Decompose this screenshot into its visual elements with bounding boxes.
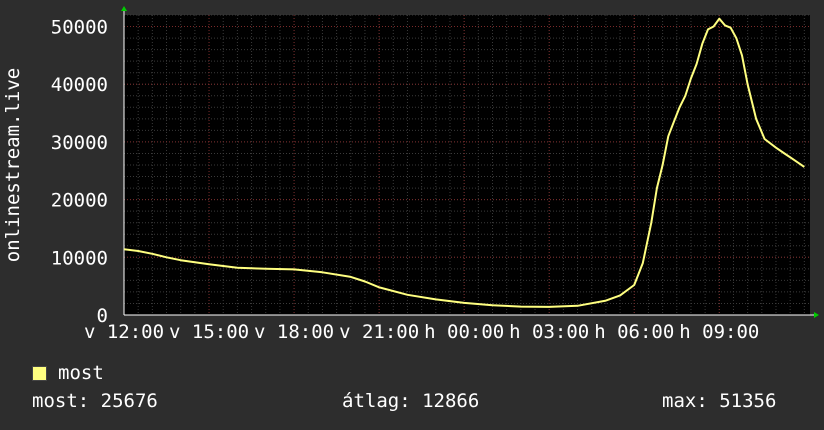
stat-average-label: átlag: xyxy=(342,390,411,412)
y-axis-arrow xyxy=(121,6,127,11)
y-tick-label: 40000 xyxy=(51,74,108,96)
x-tick-label: h 09:00 xyxy=(679,321,759,343)
stat-max-value: 51356 xyxy=(719,390,777,412)
stat-current-value: 25676 xyxy=(100,390,158,412)
y-tick-label: 30000 xyxy=(51,132,108,154)
y-tick-label: 20000 xyxy=(51,190,108,212)
legend-swatch-most xyxy=(32,365,47,381)
chart: 01000020000300004000050000 v 12:00 v 15:0… xyxy=(2,6,819,343)
x-tick-label: h 06:00 xyxy=(594,321,674,343)
legend: most xyxy=(32,362,104,384)
stat-current-label: most: xyxy=(32,390,90,412)
x-tick-label: v 18:00 xyxy=(254,321,334,343)
x-tick-label: h 00:00 xyxy=(424,321,504,343)
x-axis: v 12:00 v 15:00 v 18:00 v 21:00 h 00:00 h 03:… xyxy=(84,321,759,343)
x-tick-label: h 03:00 xyxy=(509,321,589,343)
stat-max: max: 51356 xyxy=(662,390,776,412)
stat-max-label: max: xyxy=(662,390,708,412)
stat-current: most: 25676 xyxy=(32,390,158,412)
y-axis-label: onlinestream.live xyxy=(2,68,24,262)
stat-average: átlag: 12866 xyxy=(342,390,479,412)
y-tick-label: 10000 xyxy=(51,247,108,269)
y-axis: 01000020000300004000050000 xyxy=(51,17,108,327)
x-axis-arrow xyxy=(814,312,819,318)
legend-label-most: most xyxy=(58,362,104,384)
stat-average-value: 12866 xyxy=(422,390,480,412)
x-tick-label: v 12:00 xyxy=(84,321,164,343)
x-tick-label: v 21:00 xyxy=(339,321,419,343)
y-tick-label: 50000 xyxy=(51,17,108,39)
x-tick-label: v 15:00 xyxy=(169,321,249,343)
